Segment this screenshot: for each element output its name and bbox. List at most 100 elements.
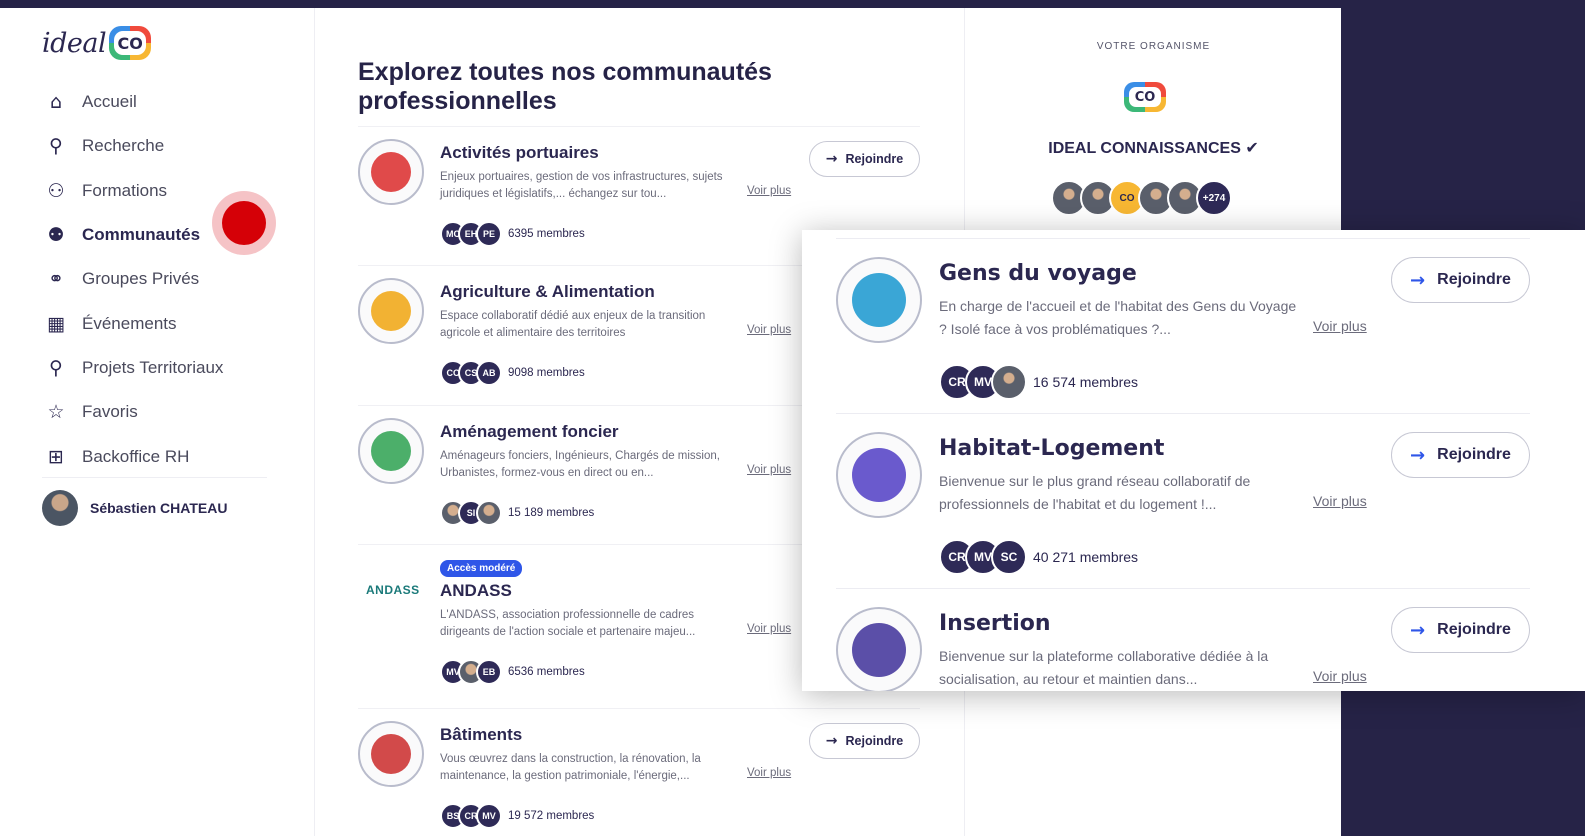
see-more-link[interactable]: Voir plus: [1313, 668, 1367, 684]
org-logo: CO: [1124, 82, 1166, 112]
community-description: Enjeux portuaires, gestion de vos infras…: [440, 171, 723, 200]
org-name-text: IDEAL CONNAISSANCES: [1048, 140, 1241, 157]
sidebar-item-label: Accueil: [82, 92, 137, 112]
org-label: VOTRE ORGANISME: [1096, 41, 1211, 52]
avatar: [476, 500, 502, 526]
sidebar-item-accueil[interactable]: ⌂ Accueil: [42, 80, 282, 124]
avatar: MV: [476, 803, 502, 829]
sidebar: ideal CO ⌂ Accueil ⚲ Recherche ⚇ Formations ⚉ C…: [0, 8, 315, 836]
arrow-right-icon: →: [825, 151, 838, 167]
join-button[interactable]: → Rejoindre: [1391, 607, 1530, 653]
community-icon: [358, 418, 424, 484]
members-summary[interactable]: CR MV SC 40 271 membres: [939, 539, 1138, 575]
members-summary[interactable]: SI 15 189 membres: [440, 500, 594, 526]
arrow-right-icon: →: [825, 733, 838, 749]
community-description: L'ANDASS, association professionnelle de…: [440, 609, 696, 638]
community-description: Vous œuvrez dans la construction, la rén…: [440, 753, 701, 782]
community-row[interactable]: Habitat-Logement Bienvenue sur le plus g…: [836, 413, 1530, 588]
community-row[interactable]: Gens du voyage En charge de l'accueil et…: [836, 238, 1530, 413]
sidebar-item-label: Communautés: [82, 225, 201, 245]
community-name[interactable]: Insertion: [939, 611, 1051, 636]
members-summary[interactable]: MC EH PE 6395 membres: [440, 221, 585, 247]
community-description: Espace collaboratif dédié aux enjeux de …: [440, 310, 706, 339]
sidebar-item-groupes-priv-s[interactable]: ⚭ Groupes Privés: [42, 257, 282, 301]
community-description: Aménageurs fonciers, Ingénieurs, Chargés…: [440, 450, 720, 479]
logo-badge-text: CO: [117, 33, 143, 53]
sidebar-item-label: Recherche: [82, 136, 165, 156]
sidebar-item-label: Formations: [82, 180, 168, 200]
star-icon: ☆: [47, 401, 65, 424]
avatar: AB: [476, 360, 502, 386]
search-icon: ⚲: [49, 135, 63, 158]
see-more-link[interactable]: Voir plus: [747, 623, 791, 635]
community-description: Bienvenue sur le plus grand réseau colla…: [939, 473, 1251, 512]
moderated-access-badge: Accès modéré: [440, 560, 523, 577]
see-more-link[interactable]: Voir plus: [747, 464, 791, 476]
see-more-link[interactable]: Voir plus: [1313, 318, 1367, 334]
logo-badge: CO: [109, 26, 152, 60]
formations-icon: ⚇: [47, 179, 65, 202]
join-button[interactable]: → Rejoindre: [1391, 257, 1530, 303]
join-label: Rejoindre: [845, 734, 904, 748]
join-button[interactable]: → Rejoindre: [1391, 432, 1530, 478]
sidebar-item-label: Backoffice RH: [82, 446, 190, 466]
avatar: EB: [476, 659, 502, 685]
pin-icon: ⚲: [49, 356, 63, 379]
see-more-link[interactable]: Voir plus: [747, 324, 791, 336]
community-icon: [358, 721, 424, 787]
members-count-badge: +274: [1196, 180, 1232, 216]
sidebar-item-label: Groupes Privés: [82, 269, 200, 289]
page-title: Explorez toutes nos communautés professi…: [358, 58, 772, 115]
avatar: SC: [991, 539, 1027, 575]
see-more-link[interactable]: Voir plus: [747, 185, 791, 197]
community-icon: [358, 278, 424, 344]
layout-icon: ⊞: [48, 445, 64, 468]
sidebar-item-favoris[interactable]: ☆ Favoris: [42, 390, 282, 434]
join-button[interactable]: → Rejoindre: [809, 141, 920, 177]
sidebar-item-label: Favoris: [82, 402, 138, 422]
members-summary[interactable]: BS CR MV 19 572 membres: [440, 803, 594, 829]
user-name: Sébastien CHATEAU: [90, 500, 228, 516]
sidebar-item-label: Projets Territoriaux: [82, 357, 224, 377]
see-more-link[interactable]: Voir plus: [747, 767, 791, 779]
org-members-avatars[interactable]: CO +274: [1051, 180, 1232, 216]
join-label: Rejoindre: [1437, 446, 1511, 463]
sidebar-item-label: Événements: [82, 313, 177, 333]
community-name[interactable]: Bâtiments: [440, 725, 522, 745]
zoomed-detail-card: Gens du voyage En charge de l'accueil et…: [802, 230, 1585, 691]
community-name[interactable]: ANDASS: [440, 581, 512, 601]
community-row[interactable]: Insertion Bienvenue sur la plateforme co…: [836, 588, 1530, 691]
logo-text: ideal: [42, 27, 107, 59]
arrow-right-icon: →: [1410, 619, 1426, 641]
calendar-icon: ▦: [47, 312, 65, 335]
community-name[interactable]: Agriculture & Alimentation: [440, 282, 655, 302]
community-name[interactable]: Aménagement foncier: [440, 422, 619, 442]
join-button[interactable]: → Rejoindre: [809, 723, 920, 759]
click-indicator: [212, 191, 276, 255]
community-name[interactable]: Gens du voyage: [939, 261, 1137, 286]
community-name[interactable]: Habitat-Logement: [939, 436, 1164, 461]
community-name[interactable]: Activités portuaires: [440, 143, 599, 163]
avatar: [991, 364, 1027, 400]
click-indicator-dot: [222, 201, 266, 245]
sidebar-item-backoffice-rh[interactable]: ⊞ Backoffice RH: [42, 434, 282, 478]
arrow-right-icon: →: [1410, 269, 1426, 291]
sidebar-divider: [42, 477, 267, 478]
org-name[interactable]: IDEAL CONNAISSANCES ✔: [966, 138, 1341, 158]
members-summary[interactable]: MV EB 6536 membres: [440, 659, 585, 685]
members-count: 16 574 membres: [1033, 374, 1139, 390]
sidebar-item-projets-territoriaux[interactable]: ⚲ Projets Territoriaux: [42, 346, 282, 390]
community-row[interactable]: Bâtiments Vous œuvrez dans la constructio…: [358, 708, 920, 836]
user-profile[interactable]: Sébastien CHATEAU: [42, 490, 227, 526]
members-summary[interactable]: CC CS AB 9098 membres: [440, 360, 585, 386]
see-more-link[interactable]: Voir plus: [1313, 493, 1367, 509]
app-logo[interactable]: ideal CO: [42, 26, 152, 60]
avatar: [42, 490, 78, 526]
members-count: 6395 membres: [508, 228, 585, 240]
sidebar-item--v-nements[interactable]: ▦ Événements: [42, 301, 282, 345]
community-description: En charge de l'accueil et de l'habitat d…: [939, 298, 1297, 337]
join-label: Rejoindre: [1437, 621, 1511, 638]
members-count: 19 572 membres: [508, 810, 595, 822]
sidebar-item-recherche[interactable]: ⚲ Recherche: [42, 124, 282, 168]
members-summary[interactable]: CR MV 16 574 membres: [939, 364, 1138, 400]
